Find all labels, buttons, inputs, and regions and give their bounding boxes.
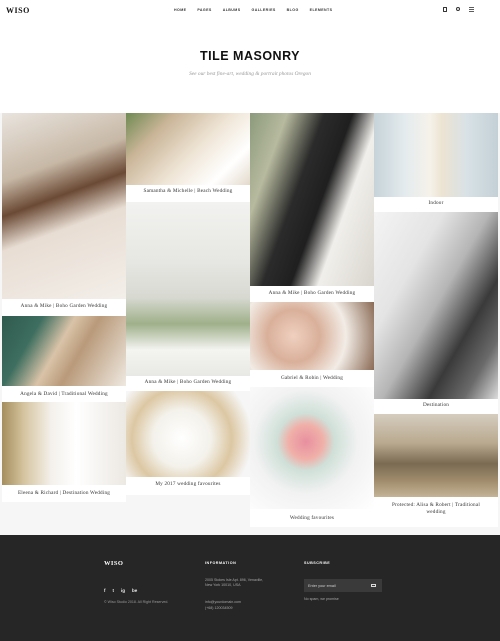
tile-caption: Indoor	[428, 200, 444, 206]
facebook-icon[interactable]: f	[104, 588, 106, 593]
site-logo[interactable]: WISO	[6, 6, 30, 15]
site-header: WISO HOME PAGES ALBUMS GALLERIES BLOG EL…	[0, 0, 500, 22]
tile-caption: Anna & Mike | Boho Garden Wedding	[20, 303, 108, 309]
email-input[interactable]	[308, 582, 366, 589]
spam-note: No spam, we promise	[304, 597, 339, 601]
tile-image	[250, 113, 374, 286]
tile-image	[250, 387, 374, 509]
tile-image	[250, 302, 374, 370]
shopping-bag-icon[interactable]	[442, 7, 447, 12]
gallery-tile[interactable]: Samantha & Michelle | Beach Wedding	[126, 113, 250, 202]
tile-image	[374, 212, 498, 399]
tile-caption: Wedding favourites	[289, 515, 335, 521]
tile-caption: Anna & Mike | Boho Garden Wedding	[268, 290, 356, 296]
nav-item-elements[interactable]: ELEMENTS	[310, 8, 333, 12]
tile-caption: Samantha & Michelle | Beach Wedding	[143, 188, 233, 194]
page-title: TILE MASONRY	[200, 49, 300, 63]
tile-caption: My 2017 wedding favourites	[155, 481, 221, 487]
behance-icon[interactable]: be	[132, 588, 137, 593]
gallery-tile[interactable]: Protected: Alisa & Robert | Traditional …	[374, 414, 498, 527]
gallery-tile[interactable]: Destination	[374, 212, 498, 414]
tile-image	[2, 113, 126, 299]
gallery-tile[interactable]: Anna & Mike | Boho Garden Wedding	[126, 202, 250, 391]
twitter-icon[interactable]: t	[113, 588, 115, 593]
gallery-tile[interactable]: Anna & Mike | Boho Garden Wedding	[2, 113, 126, 316]
tile-image	[2, 402, 126, 485]
gallery-tile[interactable]: Eleena & Richard | Destination Wedding	[2, 402, 126, 502]
tile-image	[374, 113, 498, 197]
information-heading: INFORMATION	[205, 561, 237, 565]
header-icons	[442, 6, 474, 12]
copyright-text: © Wiso Studio 2018. All Right Reserved.	[104, 600, 169, 604]
menu-icon[interactable]	[469, 7, 474, 12]
masonry-grid: Anna & Mike | Boho Garden Wedding Angela…	[0, 113, 500, 535]
gallery-tile[interactable]: Anna & Mike | Boho Garden Wedding	[250, 113, 374, 302]
tile-image	[126, 113, 250, 185]
tile-image	[374, 414, 498, 497]
gallery-tile[interactable]: Wedding favourites	[250, 387, 374, 527]
main-nav: HOME PAGES ALBUMS GALLERIES BLOG ELEMENT…	[174, 8, 343, 12]
address-line-2: New York 10010, USA	[205, 583, 241, 587]
subscribe-heading: SUBSCRIBE	[304, 561, 331, 565]
tile-caption: Eleena & Richard | Destination Wedding	[17, 490, 111, 496]
tile-caption: Anna & Mike | Boho Garden Wedding	[144, 379, 232, 385]
footer-phone[interactable]: (+68) 120034509	[205, 606, 232, 611]
tile-image	[126, 391, 250, 477]
instagram-icon[interactable]: ig	[121, 588, 125, 593]
tile-caption: Angela & David | Traditional Wedding	[20, 391, 108, 397]
tile-caption: Destination	[422, 402, 450, 408]
mail-icon[interactable]	[371, 583, 376, 587]
tile-image	[126, 202, 250, 376]
nav-item-albums[interactable]: ALBUMS	[223, 8, 241, 12]
search-icon[interactable]	[456, 7, 460, 11]
page-subtitle: See our best fine-art, wedding & portrai…	[189, 71, 311, 77]
gallery-tile[interactable]: Indoor	[374, 113, 498, 212]
site-footer: WISO f t ig be © Wiso Studio 2018. All R…	[0, 535, 500, 641]
tile-image	[2, 316, 126, 386]
nav-item-galleries[interactable]: GALLERIES	[252, 8, 276, 12]
nav-item-home[interactable]: HOME	[174, 8, 186, 12]
gallery-tile[interactable]: Gabriel & Robin | Wedding	[250, 302, 374, 387]
nav-item-pages[interactable]: PAGES	[197, 8, 211, 12]
tile-caption: Gabriel & Robin | Wedding	[280, 375, 343, 381]
gallery-tile[interactable]: My 2017 wedding favourites	[126, 391, 250, 495]
subscribe-form	[304, 579, 382, 592]
nav-item-blog[interactable]: BLOG	[287, 8, 299, 12]
tile-caption: Protected: Alisa & Robert | Traditional …	[392, 502, 480, 515]
social-links: f t ig be	[104, 588, 137, 593]
footer-email[interactable]: info@yourdomain.com	[205, 600, 241, 605]
footer-logo[interactable]: WISO	[104, 560, 123, 567]
gallery-tile[interactable]: Angela & David | Traditional Wedding	[2, 316, 126, 402]
